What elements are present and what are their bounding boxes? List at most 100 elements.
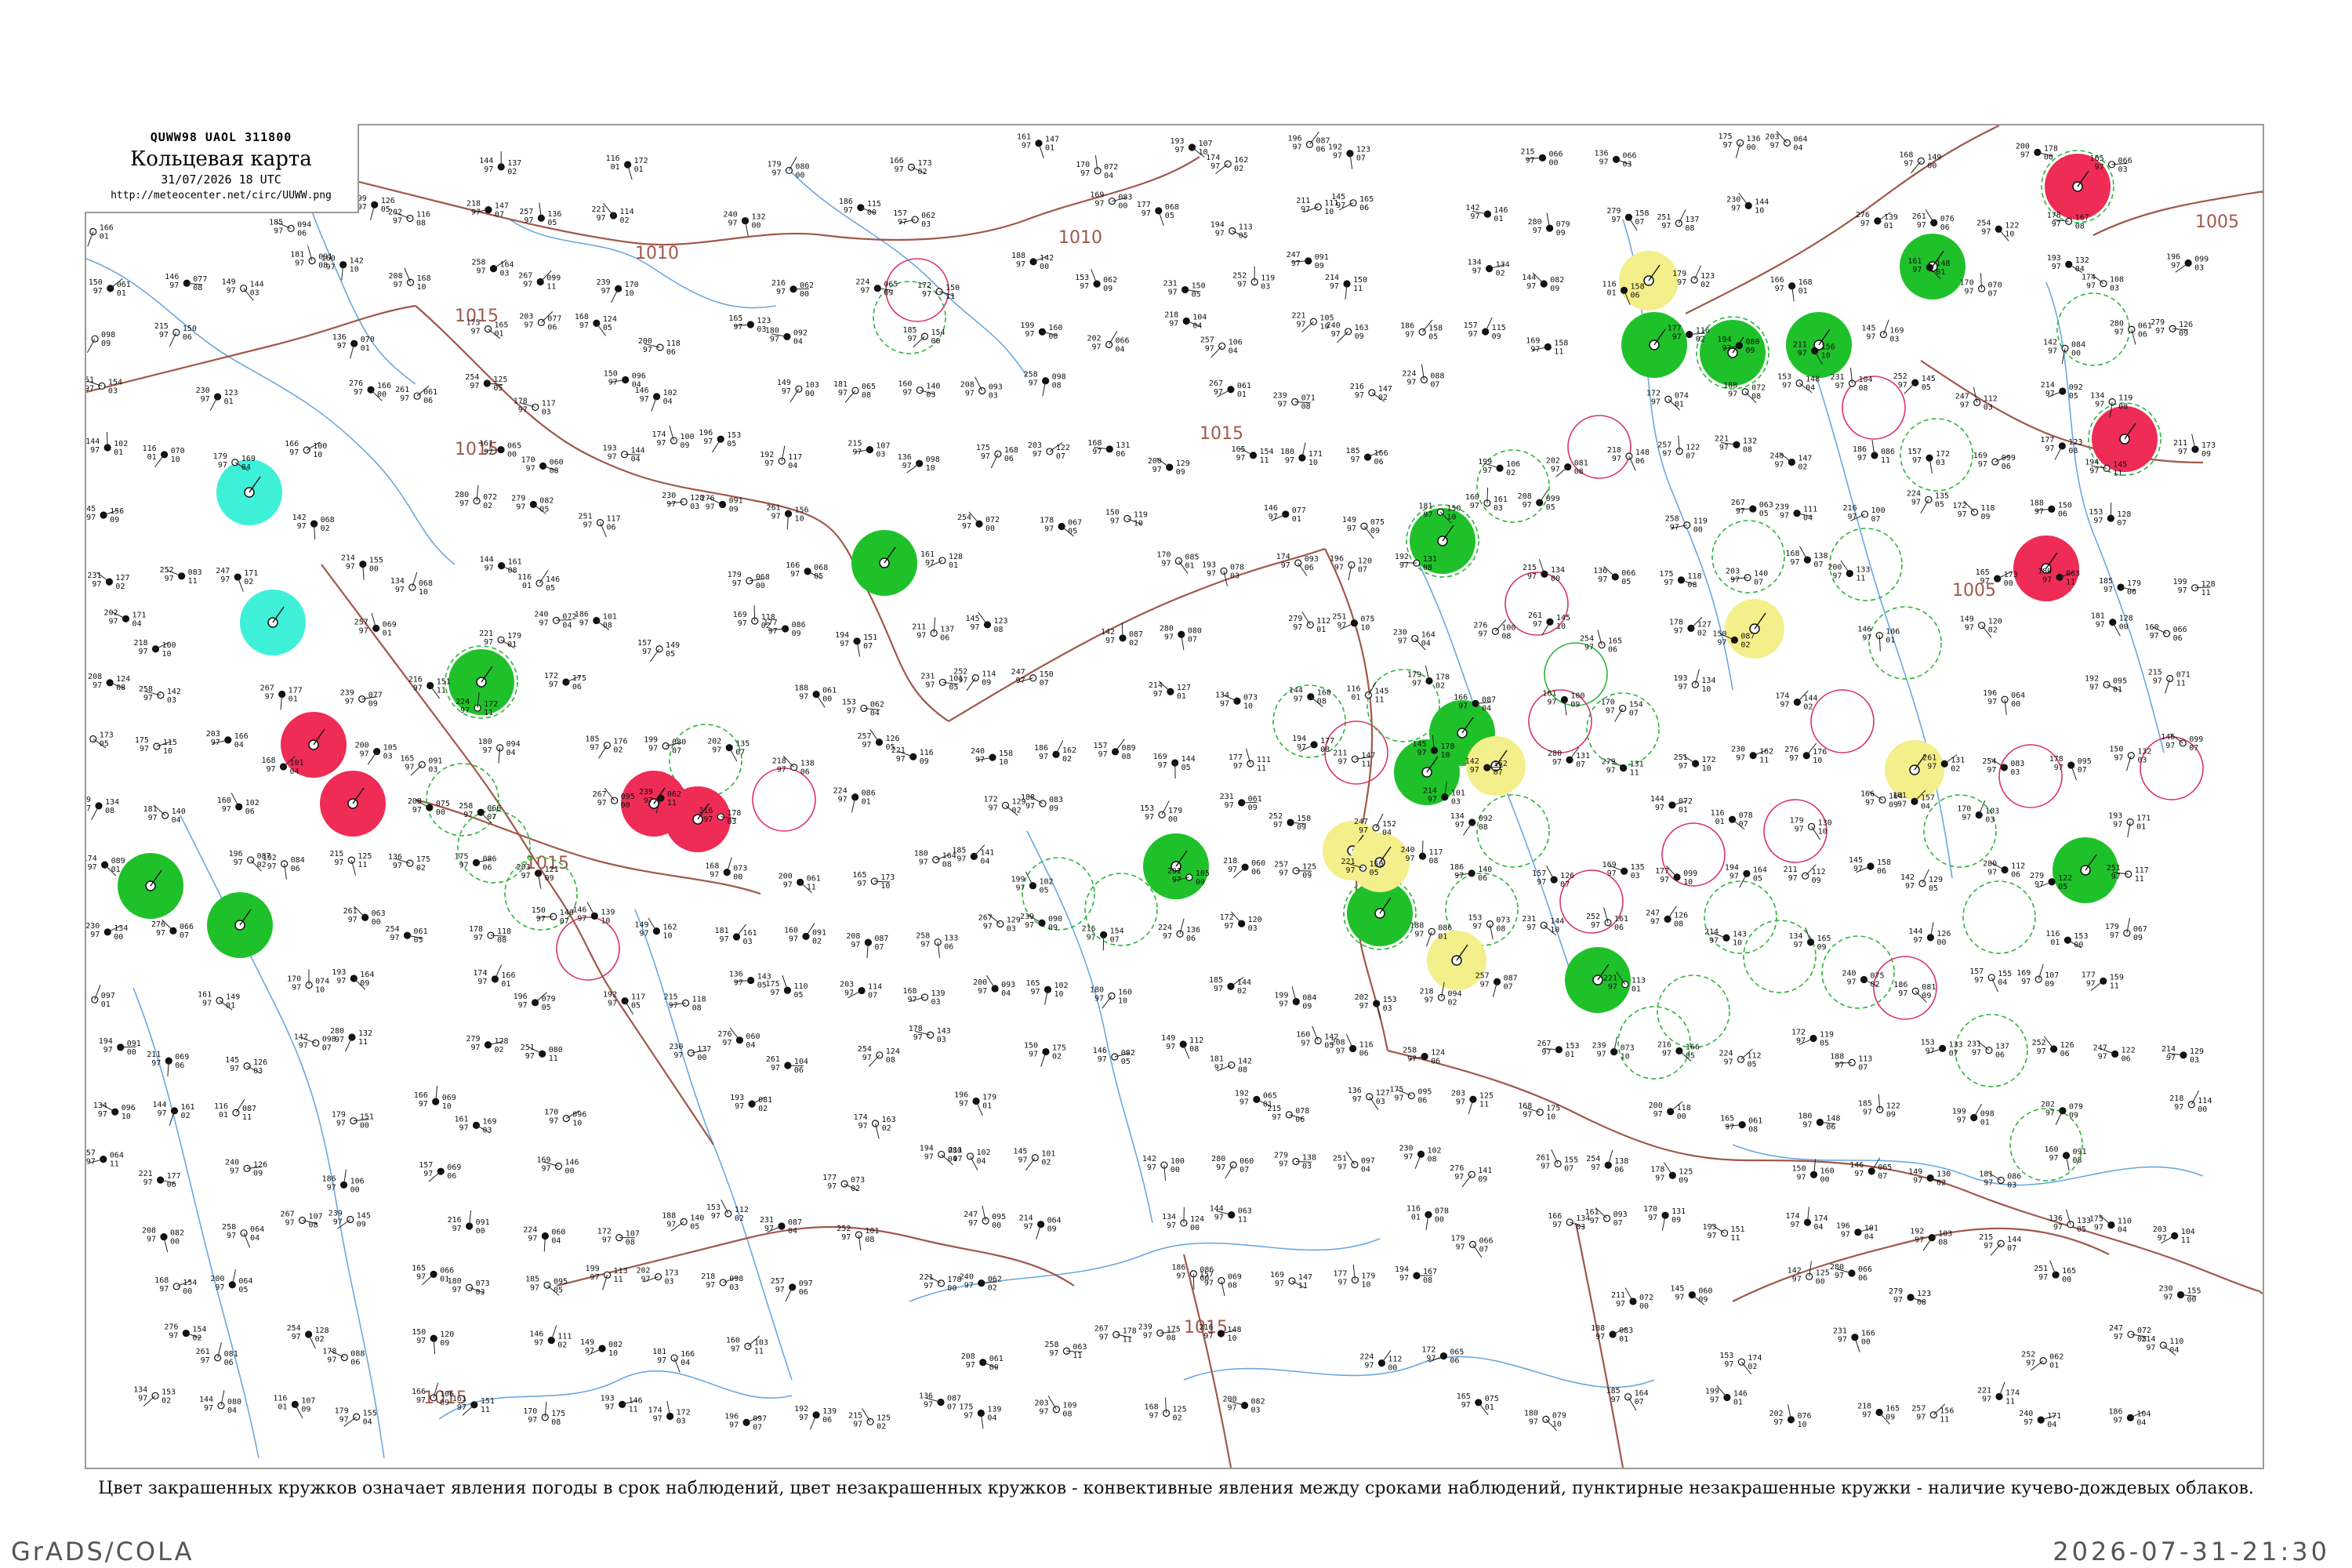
station-temp: 251 [1674,753,1688,762]
station-tendency: 119 [1134,511,1148,520]
station-tendency: 086 [792,621,806,630]
station-temp: 170 [287,975,301,983]
station-tendency: 102 [977,1149,991,1157]
station-pressure: 97 [1926,1047,1935,1055]
station: 2319715005 [1163,280,1206,299]
station-pressure: 97 [285,1218,295,1227]
station-pressure: 97 [924,1152,934,1161]
station-tendency: 118 [1687,572,1701,581]
station-pressure: 97 [1483,466,1492,475]
station-dewpoint: 11 [1123,1335,1132,1344]
station: 1869708109 [1893,981,1936,1003]
station-temp: 134 [1450,812,1465,821]
station-temp: 185 [585,735,599,744]
station: 1469713910 [572,902,615,925]
station-dewpoint: 04 [1921,802,1930,811]
station-dewpoint: 01 [289,695,298,704]
station-pressure: 97 [1417,749,1427,757]
station-temp: 196 [2166,253,2180,262]
station-dewpoint: 06 [2127,588,2136,597]
station-tendency: 167 [2075,213,2089,222]
station-pressure: 97 [920,941,930,949]
station: 1449710201 [86,431,128,457]
station-dewpoint: 07 [947,1403,956,1411]
station-tendency: 103 [1938,1230,1952,1239]
station-dewpoint: 11 [1353,285,1363,293]
station-tendency: 131 [1116,441,1130,450]
station: 1949716708 [1395,1265,1437,1285]
station-tendency: 080 [549,1046,563,1054]
station-temp: 276 [1473,621,1487,630]
station-pressure: 97 [393,217,402,226]
station-dewpoint: 02 [1697,629,1707,637]
station-pressure: 97 [1336,1047,1345,1055]
station-temp: 216 [1657,1040,1671,1049]
station-dewpoint: 05 [814,572,823,581]
station-pressure: 97 [471,209,481,217]
station-temp: 261 [767,503,781,512]
station-pressure: 97 [966,1361,975,1370]
station-tendency: 076 [1797,1412,1811,1421]
station-dewpoint: 02 [181,1112,191,1120]
station-pressure: 97 [1214,388,1223,397]
station-temp: 144 [479,157,493,165]
station-dewpoint: 08 [1574,468,1584,477]
station-temp: 134 [1468,259,1482,267]
station-temp: 188 [1021,793,1035,802]
station-pressure: 97 [1769,141,1779,150]
station-tendency: 112 [1388,1356,1402,1364]
station-temp: 192 [1395,553,1409,561]
station-dewpoint: 10 [350,266,359,274]
station-tendency: 122 [2005,221,2019,230]
station-temp: 202 [707,738,721,746]
station: 2409716309 [1327,321,1369,343]
station-dewpoint: 11 [1759,757,1769,765]
station-pressure: 97 [1033,450,1042,459]
station: 1939714611 [601,1394,643,1414]
station-dewpoint: 10 [417,283,426,292]
station-pressure: 97 [732,579,742,588]
station-dewpoint: 10 [1308,459,1318,467]
station-dewpoint: 01 [1237,390,1247,399]
station-tendency: 126 [1674,911,1688,920]
station-tendency: 166 [234,732,249,741]
station-tendency: 072 [1639,1294,1653,1302]
station-temp: 203 [519,312,533,321]
station-dewpoint: 01 [1292,515,1301,524]
station-pressure: 97 [1016,260,1025,269]
station-tendency: 145 [357,1211,371,1220]
station: 1729711809 [1953,500,1995,521]
station-dewpoint: 07 [672,746,681,755]
station-dewpoint: 08 [1428,857,1438,866]
station-dewpoint: 07 [1635,218,1644,227]
station-pressure: 97 [1584,644,1594,652]
station: 1749714402 [1775,690,1817,712]
station-pressure: 97 [1904,159,1913,168]
station-tendency: 146 [629,1396,643,1405]
station-dewpoint: 02 [1748,1363,1757,1371]
station-temp: 160 [726,1336,740,1345]
station-pressure: 97 [1279,1160,1288,1168]
station: 1789714303 [909,1025,951,1044]
station: 1669706805 [786,561,828,581]
station-dewpoint: 04 [241,463,251,472]
station-temp: 160 [1465,493,1479,502]
station-temp: 116 [517,573,532,582]
station-pressure: 97 [423,1170,433,1178]
station-dewpoint: 08 [1320,746,1330,754]
station-tendency: 099 [2189,735,2203,744]
station-tendency: 107 [626,1230,640,1239]
station-tendency: 156 [795,506,809,514]
station-temp: 280 [1528,218,1542,227]
station-pressure: 97 [1913,936,1922,945]
station-pressure: 97 [602,1236,612,1245]
station-temp: 200 [973,978,987,987]
station: 1859717906 [2099,577,2141,597]
station-dewpoint: 01 [634,165,644,174]
station-dewpoint: 03 [1451,798,1461,807]
station: 1469709907 [2161,733,2203,753]
station-dewpoint: 00 [436,808,445,817]
station-tendency: 160 [1317,689,1331,698]
station-pressure: 01 [147,453,157,462]
station-pressure: 97 [169,1332,178,1341]
